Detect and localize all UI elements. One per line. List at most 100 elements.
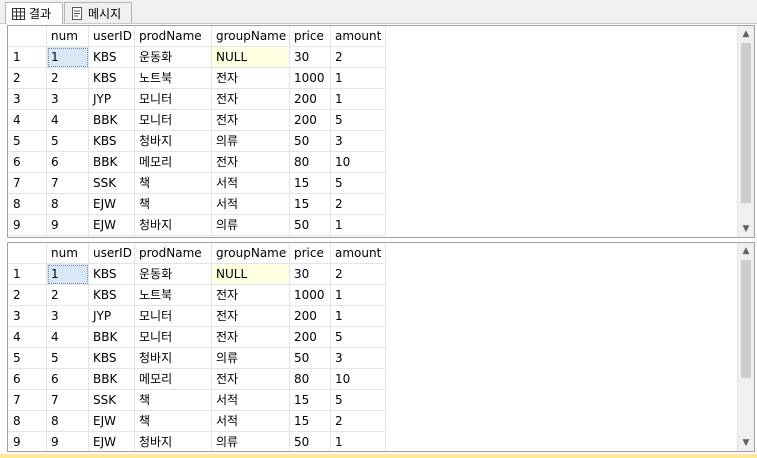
- table-cell[interactable]: 청바지: [135, 131, 212, 152]
- row-number[interactable]: 7: [8, 390, 47, 411]
- table-cell[interactable]: 15: [290, 390, 331, 411]
- table-cell[interactable]: 모니터: [135, 110, 212, 131]
- table-cell[interactable]: 200: [290, 89, 331, 110]
- table-cell[interactable]: SSK: [89, 390, 135, 411]
- table-cell[interactable]: 전자: [212, 152, 290, 173]
- row-number[interactable]: 3: [8, 306, 47, 327]
- table-cell[interactable]: 책: [135, 194, 212, 215]
- table-cell[interactable]: 의류: [212, 432, 290, 451]
- table-cell[interactable]: 1: [331, 306, 386, 327]
- table-cell[interactable]: JYP: [89, 89, 135, 110]
- table-cell[interactable]: 10: [331, 369, 386, 390]
- table-cell[interactable]: BBK: [89, 369, 135, 390]
- table-cell[interactable]: 80: [290, 369, 331, 390]
- table-cell[interactable]: 모니터: [135, 327, 212, 348]
- table-cell[interactable]: KBS: [89, 285, 135, 306]
- table-cell[interactable]: 청바지: [135, 215, 212, 236]
- table-cell[interactable]: JYP: [89, 306, 135, 327]
- table-cell[interactable]: 5: [47, 348, 89, 369]
- row-number[interactable]: 7: [8, 173, 47, 194]
- table-cell[interactable]: NULL: [212, 47, 290, 68]
- table-cell[interactable]: 7: [47, 173, 89, 194]
- table-cell[interactable]: 1: [331, 432, 386, 451]
- corner-cell[interactable]: [8, 26, 47, 47]
- corner-cell[interactable]: [8, 243, 47, 264]
- table-cell[interactable]: 8: [47, 194, 89, 215]
- table-cell[interactable]: 6: [47, 152, 89, 173]
- scroll-down-icon[interactable]: ▼: [738, 221, 754, 237]
- scroll-up-icon[interactable]: ▲: [738, 243, 754, 259]
- table-cell[interactable]: 8: [47, 411, 89, 432]
- table-cell[interactable]: 5: [331, 390, 386, 411]
- table-cell[interactable]: 1: [331, 215, 386, 236]
- column-header[interactable]: price: [290, 243, 331, 264]
- row-number[interactable]: 1: [8, 47, 47, 68]
- table-cell[interactable]: EJW: [89, 194, 135, 215]
- table-cell[interactable]: KBS: [89, 264, 135, 285]
- table-cell[interactable]: 2: [331, 264, 386, 285]
- column-header[interactable]: userID: [89, 26, 135, 47]
- table-cell[interactable]: 5: [331, 110, 386, 131]
- table-cell[interactable]: 4: [47, 327, 89, 348]
- table-cell[interactable]: 책: [135, 390, 212, 411]
- table-cell[interactable]: 3: [47, 306, 89, 327]
- table-cell[interactable]: 30: [290, 264, 331, 285]
- table-cell[interactable]: EJW: [89, 432, 135, 451]
- table-cell[interactable]: 책: [135, 411, 212, 432]
- table-cell[interactable]: 청바지: [135, 432, 212, 451]
- table-cell[interactable]: EJW: [89, 215, 135, 236]
- table-cell[interactable]: 3: [47, 89, 89, 110]
- row-number[interactable]: 2: [8, 285, 47, 306]
- table-cell[interactable]: 3: [331, 348, 386, 369]
- table-cell[interactable]: 5: [331, 173, 386, 194]
- table-cell[interactable]: 2: [331, 47, 386, 68]
- row-number[interactable]: 8: [8, 411, 47, 432]
- table-cell[interactable]: 모니터: [135, 89, 212, 110]
- table-cell[interactable]: 전자: [212, 306, 290, 327]
- result-grid-1[interactable]: num userID prodName groupName price amount 1 1 K…: [7, 25, 755, 238]
- table-cell[interactable]: KBS: [89, 131, 135, 152]
- table-cell[interactable]: BBK: [89, 327, 135, 348]
- column-header[interactable]: prodName: [135, 26, 212, 47]
- column-header[interactable]: num: [47, 243, 89, 264]
- column-header[interactable]: groupName: [212, 243, 290, 264]
- tab-results[interactable]: 결과: [5, 2, 63, 24]
- table-cell[interactable]: 전자: [212, 369, 290, 390]
- table-cell[interactable]: 서적: [212, 173, 290, 194]
- table-cell[interactable]: 1: [331, 68, 386, 89]
- row-number[interactable]: 3: [8, 89, 47, 110]
- table-cell[interactable]: SSK: [89, 173, 135, 194]
- table-cell[interactable]: 전자: [212, 327, 290, 348]
- table-cell[interactable]: 1: [331, 89, 386, 110]
- row-number[interactable]: 5: [8, 348, 47, 369]
- table-cell[interactable]: 2: [47, 285, 89, 306]
- table-cell[interactable]: 서적: [212, 411, 290, 432]
- table-cell[interactable]: 메모리: [135, 369, 212, 390]
- table-cell[interactable]: 서적: [212, 390, 290, 411]
- table-cell[interactable]: NULL: [212, 264, 290, 285]
- table-cell[interactable]: 15: [290, 411, 331, 432]
- table-cell[interactable]: 의류: [212, 215, 290, 236]
- table-cell[interactable]: 서적: [212, 194, 290, 215]
- table-cell[interactable]: 7: [47, 390, 89, 411]
- table-cell[interactable]: 모니터: [135, 306, 212, 327]
- vertical-scrollbar[interactable]: ▲ ▼: [737, 243, 754, 451]
- column-header[interactable]: prodName: [135, 243, 212, 264]
- table-cell[interactable]: 80: [290, 152, 331, 173]
- table-cell[interactable]: 50: [290, 432, 331, 451]
- table-cell[interactable]: 노트북: [135, 285, 212, 306]
- table-cell[interactable]: 200: [290, 110, 331, 131]
- row-number[interactable]: 1: [8, 264, 47, 285]
- table-cell[interactable]: 2: [331, 194, 386, 215]
- column-header[interactable]: userID: [89, 243, 135, 264]
- table-cell[interactable]: 전자: [212, 68, 290, 89]
- table-cell[interactable]: BBK: [89, 152, 135, 173]
- row-number[interactable]: 6: [8, 369, 47, 390]
- column-header[interactable]: price: [290, 26, 331, 47]
- table-cell[interactable]: 운동화: [135, 264, 212, 285]
- scroll-down-icon[interactable]: ▼: [738, 435, 754, 451]
- table-cell[interactable]: 2: [47, 68, 89, 89]
- table-cell[interactable]: 의류: [212, 348, 290, 369]
- table-cell[interactable]: 1000: [290, 68, 331, 89]
- table-cell[interactable]: 200: [290, 306, 331, 327]
